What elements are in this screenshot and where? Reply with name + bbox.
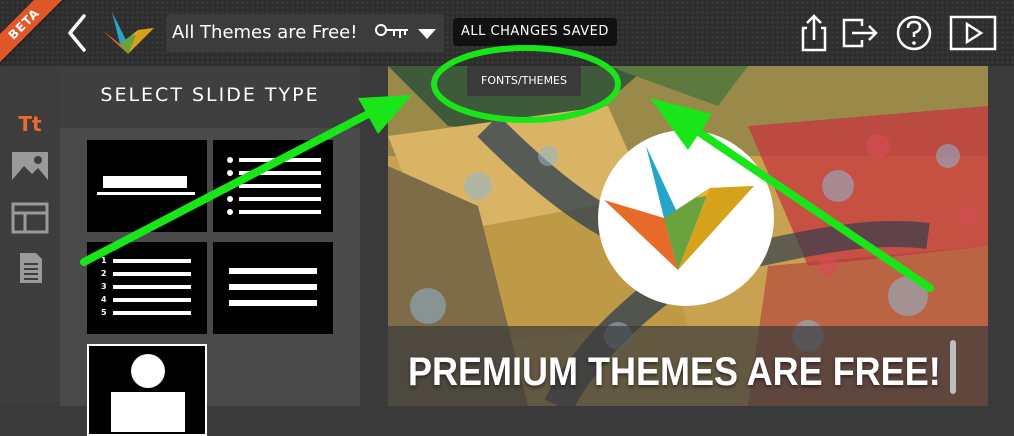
- panel-header: SELECT SLIDE TYPE: [60, 66, 360, 128]
- layout-numbered-option[interactable]: 1 2 3 4 5: [87, 242, 207, 334]
- back-icon[interactable]: [62, 10, 96, 56]
- list-number: 4: [101, 295, 107, 304]
- list-number: 1: [101, 256, 107, 265]
- list-number: 5: [101, 308, 107, 317]
- save-status-badge: ALL CHANGES SAVED: [453, 18, 617, 46]
- title-field[interactable]: All Themes are Free!: [166, 14, 444, 52]
- slide-type-panel: SELECT SLIDE TYPE 1 2 3 4 5: [60, 66, 360, 436]
- tool-rail: Tt: [0, 66, 60, 406]
- image-icon[interactable]: [10, 150, 50, 182]
- play-icon[interactable]: [948, 12, 998, 54]
- layout-bullets-option[interactable]: [213, 140, 333, 232]
- share-icon[interactable]: [794, 12, 834, 54]
- text-icon[interactable]: Tt: [10, 108, 50, 140]
- list-number: 3: [101, 282, 107, 291]
- beta-ribbon: BETA: [0, 0, 67, 67]
- presentation-title[interactable]: All Themes are Free!: [172, 22, 357, 43]
- scrollbar-thumb[interactable]: [950, 340, 956, 394]
- top-toolbar: BETA All Themes are Free! ALL CHANGES SA…: [0, 0, 1014, 67]
- layout-image-option[interactable]: [87, 344, 207, 436]
- fonts-themes-button[interactable]: FONTS/THEMES: [467, 66, 581, 96]
- layout-icon[interactable]: [10, 202, 50, 234]
- notes-icon[interactable]: [10, 252, 50, 284]
- haiku-deck-logo: [102, 12, 154, 54]
- list-number: 2: [101, 269, 107, 278]
- layout-title-option[interactable]: [87, 140, 207, 232]
- layout-lines-option[interactable]: [213, 242, 333, 334]
- slide-caption[interactable]: PREMIUM THEMES ARE FREE!: [408, 350, 941, 395]
- key-icon[interactable]: [374, 22, 410, 44]
- panel-title: SELECT SLIDE TYPE: [100, 84, 320, 106]
- help-icon[interactable]: [894, 12, 934, 54]
- chevron-down-icon[interactable]: [418, 29, 436, 39]
- exit-icon[interactable]: [840, 12, 880, 54]
